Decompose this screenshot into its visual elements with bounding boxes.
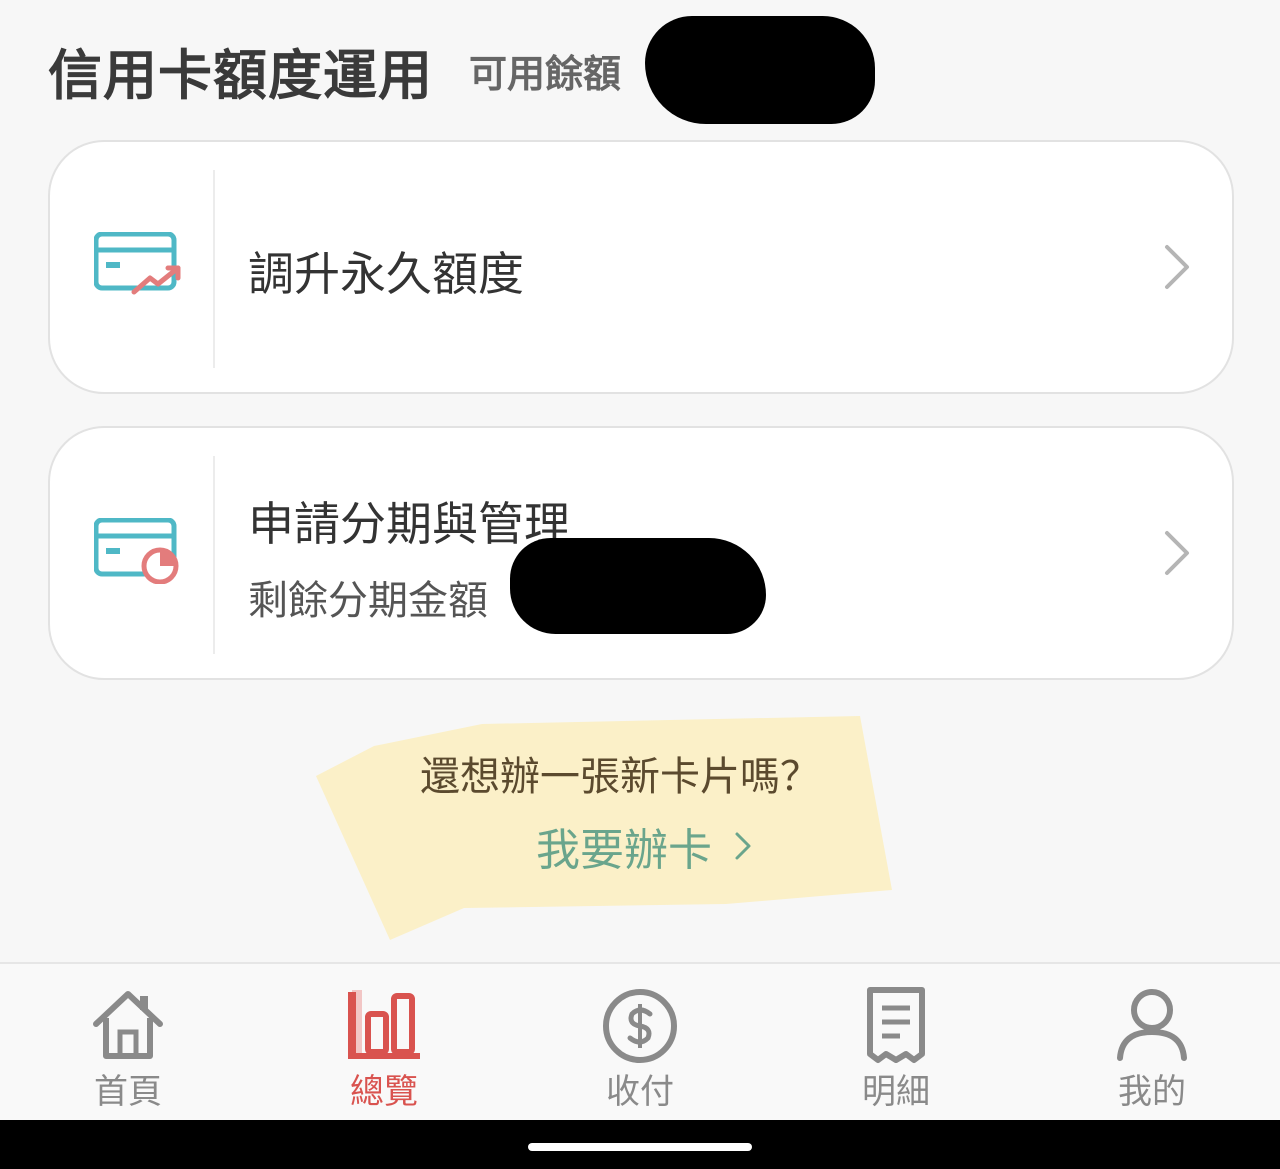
receipt-icon xyxy=(867,987,925,1063)
nav-label: 我的 xyxy=(1118,1072,1186,1112)
increase-permanent-limit-card[interactable]: 調升永久額度 xyxy=(48,140,1234,394)
page-title: 信用卡額度運用 xyxy=(48,43,433,107)
bottom-navigation: 首頁 總覽 收付 明細 我的 xyxy=(0,962,1280,1120)
page-header: 信用卡額度運用 可用餘額 xyxy=(48,30,621,110)
card-title: 調升永久額度 xyxy=(248,247,524,301)
installment-management-card[interactable]: 申請分期與管理 剩餘分期金額 xyxy=(48,426,1234,680)
nav-item-overview[interactable]: 總覽 xyxy=(256,964,512,1122)
user-icon xyxy=(1117,989,1187,1061)
chevron-right-icon xyxy=(1165,531,1189,575)
card-pie-chart-icon xyxy=(94,518,179,584)
redacted-available-balance xyxy=(645,16,875,124)
apply-card-link[interactable]: 我要辦卡 xyxy=(536,814,752,878)
nav-label: 首頁 xyxy=(94,1072,162,1112)
card-divider xyxy=(213,456,215,654)
dollar-coin-icon xyxy=(603,989,677,1063)
remaining-installment-label: 剩餘分期金額 xyxy=(248,578,488,624)
home-icon xyxy=(93,991,163,1059)
card-title: 申請分期與管理 xyxy=(248,497,570,551)
chevron-right-icon xyxy=(1165,245,1189,289)
bar-chart-icon xyxy=(348,990,420,1059)
available-balance-label: 可用餘額 xyxy=(469,51,622,96)
nav-label: 明細 xyxy=(862,1072,930,1112)
home-gesture-handle[interactable] xyxy=(528,1143,752,1151)
nav-item-payments[interactable]: 收付 xyxy=(512,964,768,1122)
card-divider xyxy=(213,170,215,368)
apply-card-link-text: 我要辦卡 xyxy=(536,825,712,876)
chevron-right-icon xyxy=(735,832,751,860)
redacted-installment-amount xyxy=(510,538,766,634)
nav-item-details[interactable]: 明細 xyxy=(768,964,1024,1122)
nav-item-profile[interactable]: 我的 xyxy=(1024,964,1280,1122)
nav-label: 收付 xyxy=(606,1072,674,1112)
credit-limit-page: 信用卡額度運用 可用餘額 調升永久額度 申請分期與管理 剩餘分期金額 還想辦一張… xyxy=(0,0,1280,1169)
nav-item-home[interactable]: 首頁 xyxy=(0,964,256,1122)
card-trend-up-icon xyxy=(94,232,181,295)
promo-question: 還想辦一張新卡片嗎？ xyxy=(420,754,820,800)
nav-label: 總覽 xyxy=(350,1072,418,1112)
